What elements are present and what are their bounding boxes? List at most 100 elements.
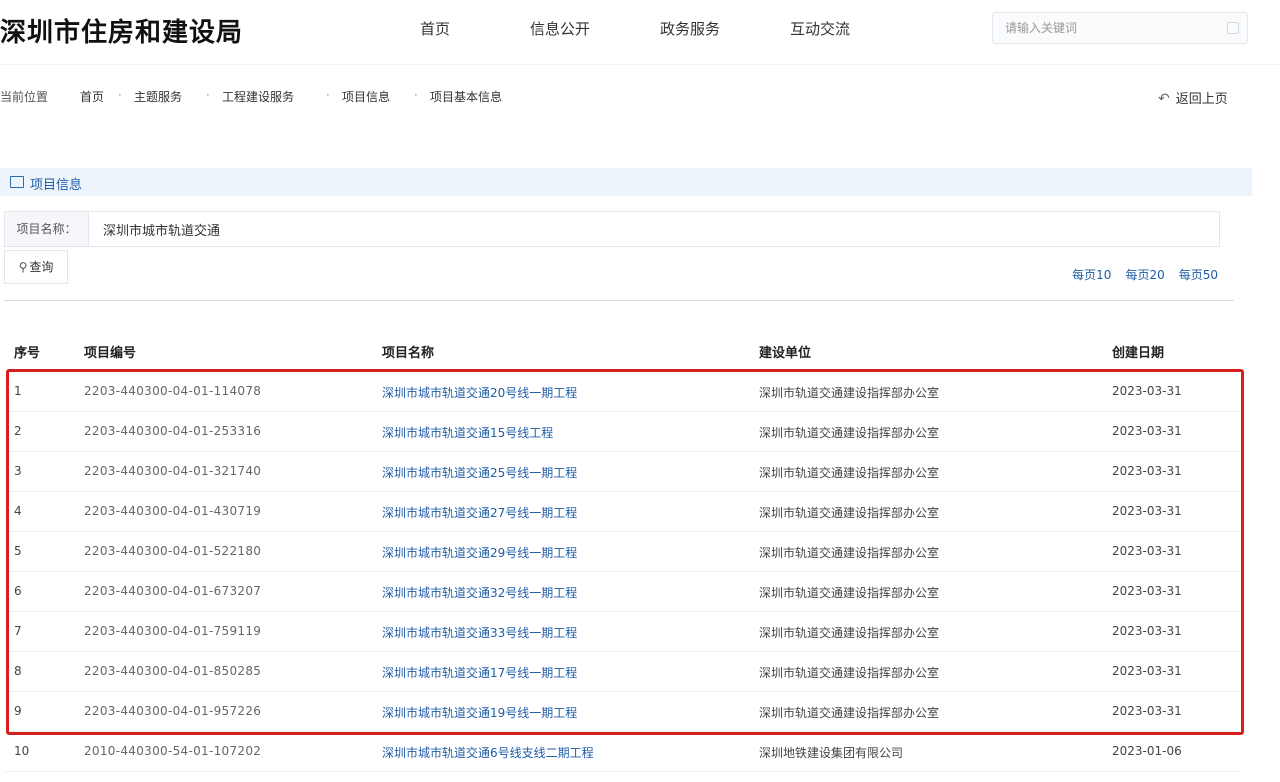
cell-no: 4 [14,504,22,518]
search-icon: ⚲ [18,260,28,274]
content-divider [4,300,1234,301]
breadcrumb-item-project-info[interactable]: 项目信息 [342,88,390,105]
table-row: 3 2203-440300-04-01-321740 深圳市城市轨道交通25号线一期… [4,452,1240,492]
cell-date: 2023-03-31 [1112,704,1182,718]
cell-code: 2203-440300-04-01-253316 [84,424,262,438]
cell-date: 2023-03-31 [1112,544,1182,558]
cell-unit: 深圳市轨道交通建设指挥部办公室 [759,546,940,560]
cell-project-name-link[interactable]: 深圳市城市轨道交通32号线一期工程 [382,584,577,601]
cell-code: 2203-440300-04-01-957226 [84,704,262,718]
nav-item-info-disclosure[interactable]: 信息公开 [530,18,590,39]
cell-no: 5 [14,544,22,558]
cell-code: 2010-440300-54-01-107202 [84,744,262,758]
breadcrumb-separator: · [326,88,330,102]
table-row: 9 2203-440300-04-01-957226 深圳市城市轨道交通19号线一期… [4,692,1240,732]
cell-project-name-link[interactable]: 深圳市城市轨道交通20号线一期工程 [382,384,577,401]
cell-code: 2203-440300-04-01-759119 [84,624,262,638]
cell-project-name-link[interactable]: 深圳市城市轨道交通25号线一期工程 [382,464,577,481]
table-row: 6 2203-440300-04-01-673207 深圳市城市轨道交通32号线一期… [4,572,1240,612]
cell-code: 2203-440300-04-01-321740 [84,464,262,478]
cell-project-name-link[interactable]: 深圳市城市轨道交通19号线一期工程 [382,704,577,721]
table-row: 2 2203-440300-04-01-253316 深圳市城市轨道交通15号线工程… [4,412,1240,452]
page-size-10[interactable]: 每页10 [1072,268,1111,282]
page-size-options: 每页10 每页20 每页50 [1058,266,1218,283]
filter-row: 项目名称： [4,211,1220,247]
cell-project-name-link[interactable]: 深圳市城市轨道交通15号线工程 [382,424,553,441]
search-submit-icon[interactable] [1227,22,1239,34]
cell-project-name-link[interactable]: 深圳市城市轨道交通29号线一期工程 [382,544,577,561]
cell-date: 2023-03-31 [1112,384,1182,398]
cell-no: 2 [14,424,22,438]
project-name-input[interactable] [95,216,1095,242]
cell-date: 2023-03-31 [1112,464,1182,478]
cell-no: 1 [14,384,22,398]
breadcrumb-item-topic-services[interactable]: 主题服务 [134,88,182,105]
table-row: 10 2010-440300-54-01-107202 深圳市城市轨道交通6号线支线… [4,732,1240,772]
breadcrumb-item-home[interactable]: 首页 [80,88,104,105]
cell-unit: 深圳市轨道交通建设指挥部办公室 [759,706,940,720]
breadcrumb-item-project-basic-info[interactable]: 项目基本信息 [430,88,502,105]
cell-date: 2023-01-06 [1112,744,1182,758]
cell-code: 2203-440300-04-01-114078 [84,384,262,398]
cell-unit: 深圳市轨道交通建设指挥部办公室 [759,666,940,680]
column-header-date: 创建日期 [1112,346,1165,361]
cell-date: 2023-03-31 [1112,584,1182,598]
breadcrumb-item-construction-services[interactable]: 工程建设服务 [222,88,294,105]
cell-unit: 深圳市轨道交通建设指挥部办公室 [759,426,940,440]
breadcrumb-separator: · [414,88,418,102]
cell-unit: 深圳地铁建设集团有限公司 [759,746,904,760]
table-row: 8 2203-440300-04-01-850285 深圳市城市轨道交通17号线一期… [4,652,1240,692]
cell-code: 2203-440300-04-01-522180 [84,544,262,558]
cell-project-name-link[interactable]: 深圳市城市轨道交通27号线一期工程 [382,504,577,521]
header-divider [0,64,1280,65]
cell-date: 2023-03-31 [1112,664,1182,678]
site-search [992,12,1248,44]
back-link[interactable]: ↶ 返回上页 [1158,88,1228,107]
project-name-label: 项目名称： [5,212,89,246]
cell-date: 2023-03-31 [1112,424,1182,438]
table-row: 5 2203-440300-04-01-522180 深圳市城市轨道交通29号线一期… [4,532,1240,572]
nav-item-home[interactable]: 首页 [420,18,450,39]
cell-unit: 深圳市轨道交通建设指挥部办公室 [759,626,940,640]
cell-project-name-link[interactable]: 深圳市城市轨道交通6号线支线二期工程 [382,744,594,761]
site-header: 深圳市住房和建设局 首页 信息公开 政务服务 互动交流 [0,0,1280,64]
back-link-label: 返回上页 [1175,92,1228,107]
table-row: 7 2203-440300-04-01-759119 深圳市城市轨道交通33号线一期… [4,612,1240,652]
nav-item-gov-services[interactable]: 政务服务 [660,18,720,39]
breadcrumb-separator: · [118,88,122,102]
query-button-label: 查询 [29,260,54,274]
table-row: 1 2203-440300-04-01-114078 深圳市城市轨道交通20号线一期… [4,372,1240,412]
cell-no: 6 [14,584,22,598]
cell-no: 3 [14,464,22,478]
breadcrumb-label: 当前位置 [0,90,49,104]
table-header: 序号 项目编号 项目名称 建设单位 创建日期 [4,330,1240,368]
cell-date: 2023-03-31 [1112,504,1182,518]
return-arrow-icon: ↶ [1158,91,1170,107]
column-header-unit: 建设单位 [759,346,812,361]
section-header: 项目信息 [0,168,1252,196]
cell-code: 2203-440300-04-01-430719 [84,504,262,518]
table-row: 4 2203-440300-04-01-430719 深圳市城市轨道交通27号线一期… [4,492,1240,532]
search-input[interactable] [993,13,1213,43]
page-size-50[interactable]: 每页50 [1179,268,1218,282]
cell-no: 10 [14,744,30,758]
column-header-name: 项目名称 [382,346,435,361]
cell-code: 2203-440300-04-01-673207 [84,584,262,598]
cell-project-name-link[interactable]: 深圳市城市轨道交通33号线一期工程 [382,624,577,641]
cell-unit: 深圳市轨道交通建设指挥部办公室 [759,386,940,400]
cell-date: 2023-03-31 [1112,624,1182,638]
query-button[interactable]: ⚲ 查询 [4,250,68,284]
cell-unit: 深圳市轨道交通建设指挥部办公室 [759,506,940,520]
site-title[interactable]: 深圳市住房和建设局 [0,12,243,49]
cell-project-name-link[interactable]: 深圳市城市轨道交通17号线一期工程 [382,664,577,681]
cell-unit: 深圳市轨道交通建设指挥部办公室 [759,466,940,480]
cell-no: 8 [14,664,22,678]
window-icon [10,176,24,188]
cell-code: 2203-440300-04-01-850285 [84,664,262,678]
column-header-no: 序号 [14,346,41,361]
section-title: 项目信息 [30,178,83,193]
page-size-20[interactable]: 每页20 [1125,268,1164,282]
nav-item-interaction[interactable]: 互动交流 [790,18,850,39]
cell-no: 7 [14,624,22,638]
cell-unit: 深圳市轨道交通建设指挥部办公室 [759,586,940,600]
